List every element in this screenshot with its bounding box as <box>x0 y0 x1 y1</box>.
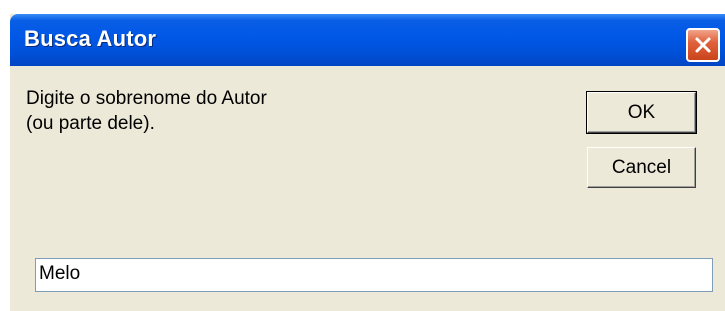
cancel-button[interactable]: Cancel <box>587 147 696 188</box>
prompt-line-1: Digite o sobrenome do Autor <box>26 88 267 109</box>
ok-button[interactable]: OK <box>586 91 697 134</box>
close-icon <box>695 37 711 53</box>
window-title: Busca Autor <box>24 26 157 51</box>
prompt-line-2: (ou parte dele). <box>26 113 155 134</box>
dialog-window: Busca Autor Digite o sobrenome do Autor … <box>10 14 725 311</box>
close-button[interactable] <box>686 28 720 62</box>
author-search-input[interactable]: Melo <box>35 258 713 292</box>
title-bar[interactable]: Busca Autor <box>10 14 725 66</box>
prompt-text: Digite o sobrenome do Autor (ou parte de… <box>26 86 267 136</box>
